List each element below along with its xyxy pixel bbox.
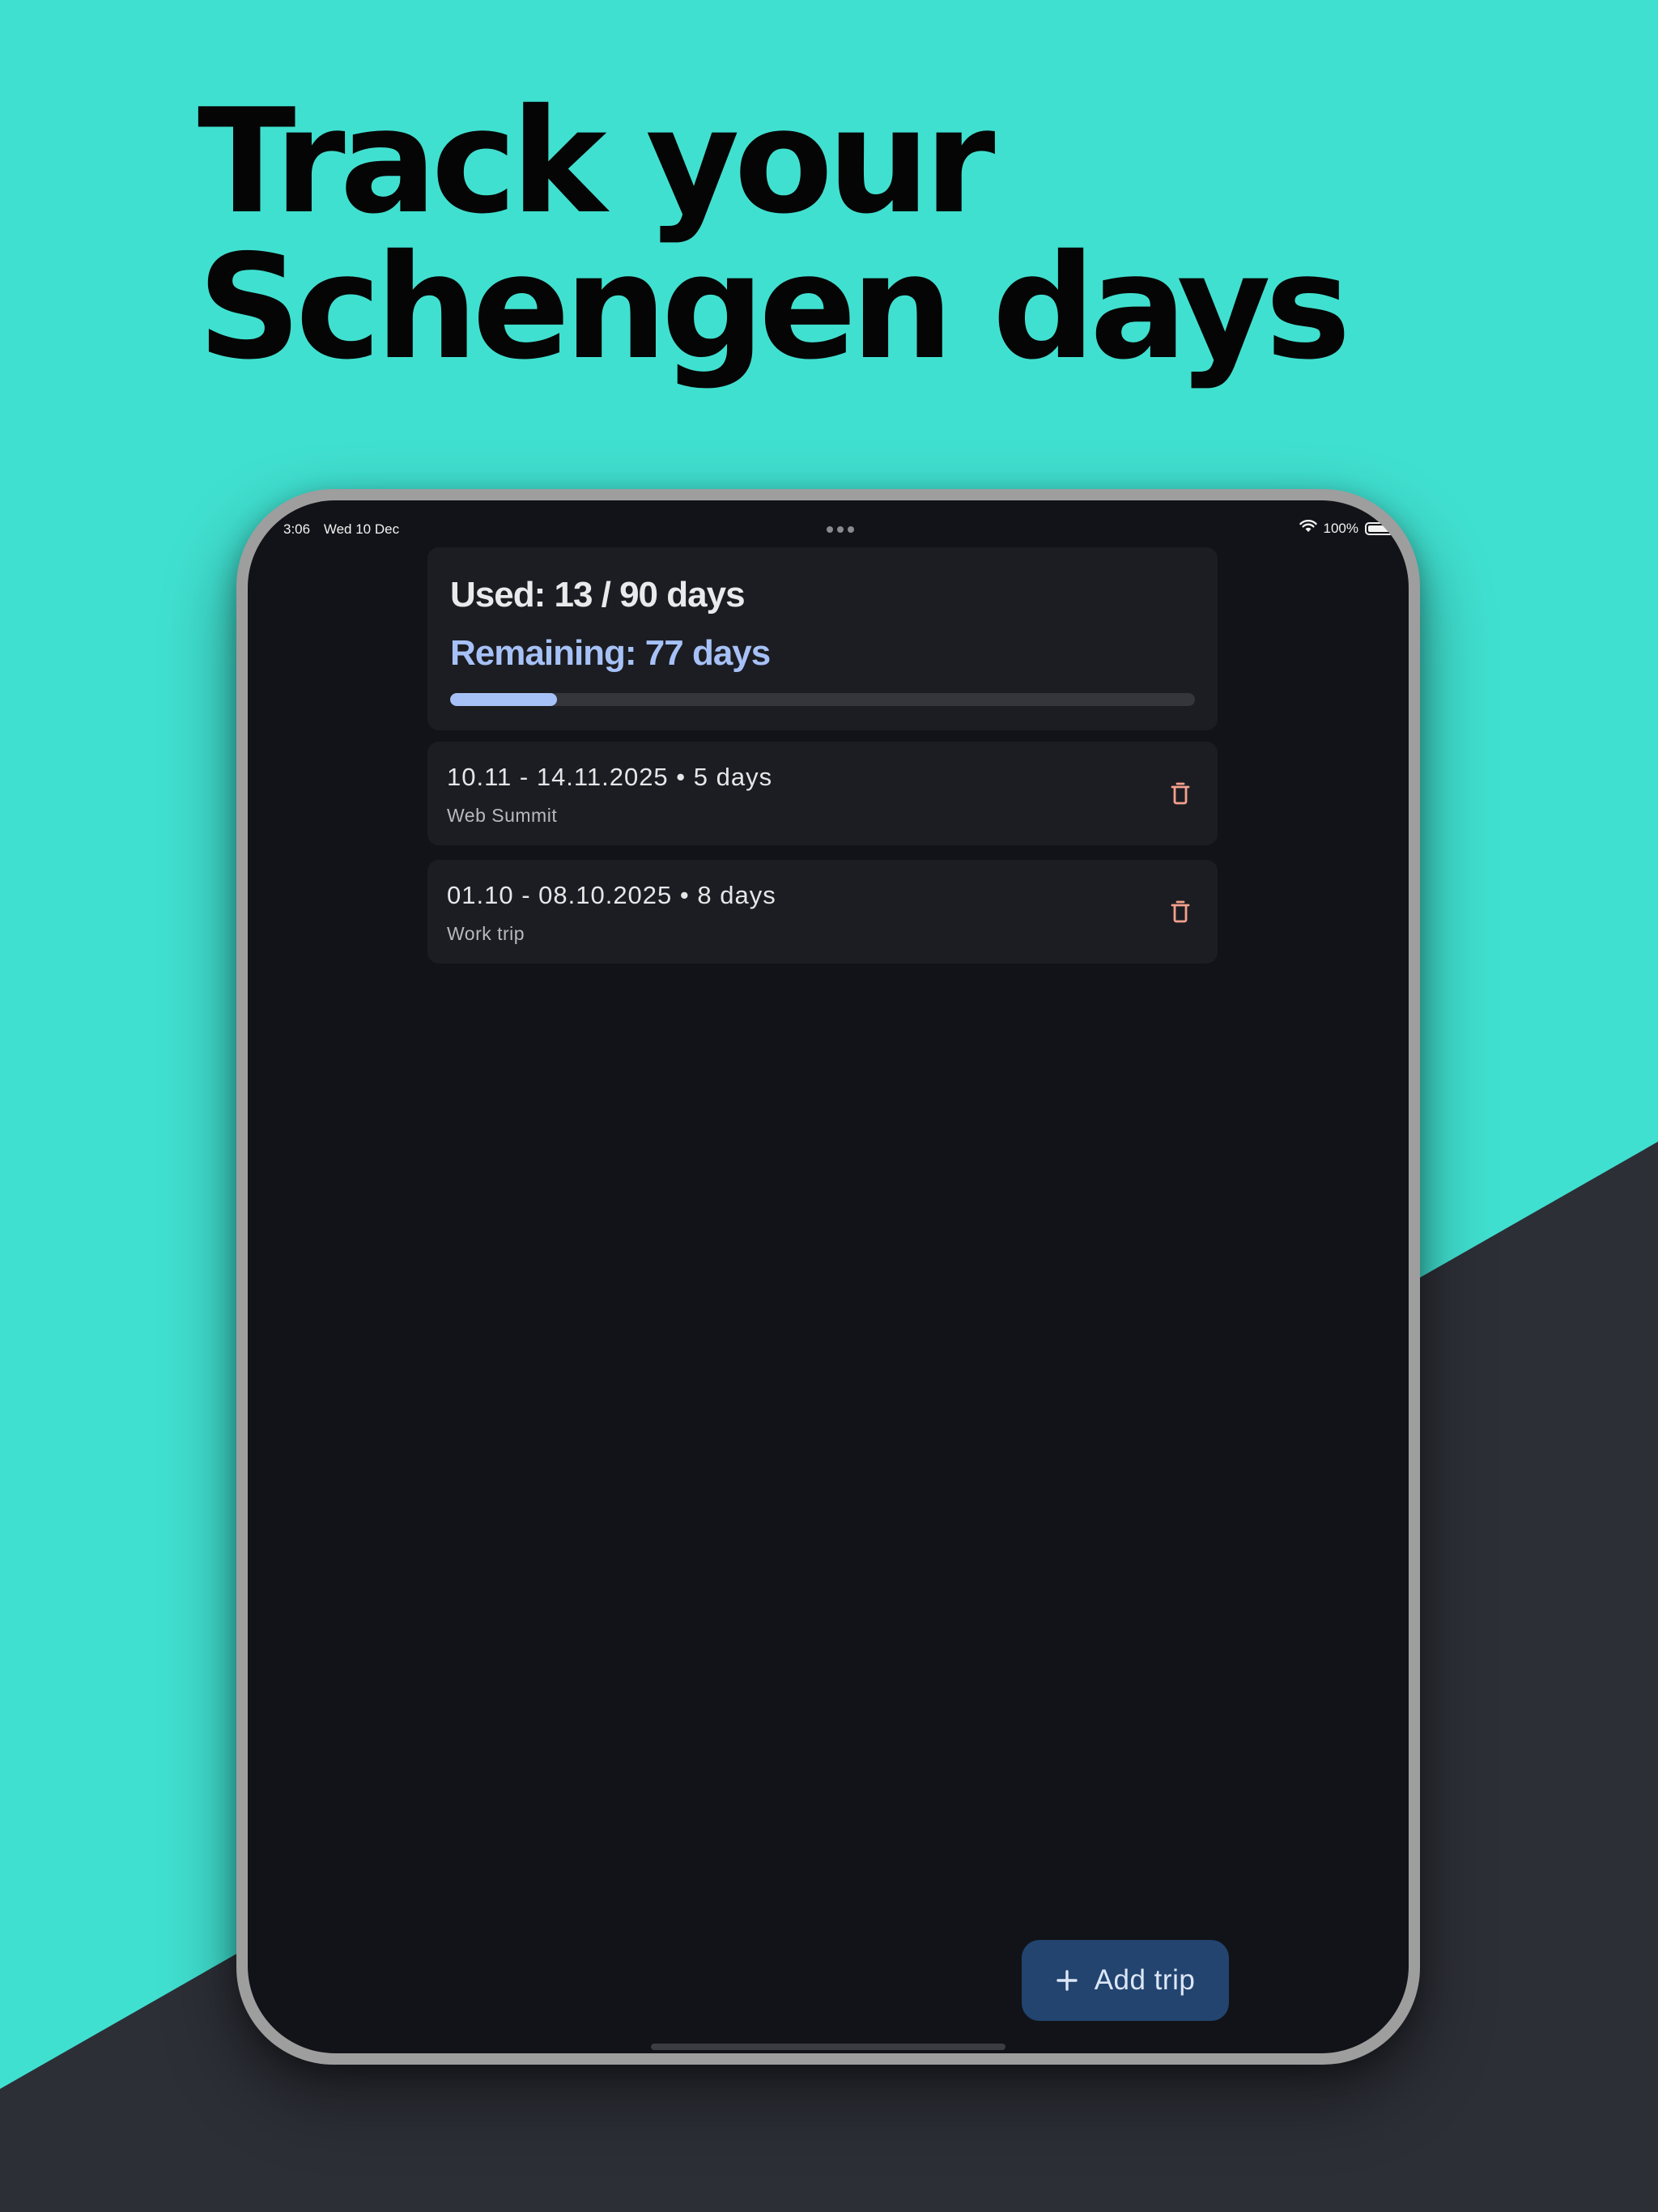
trip-dates: 10.11 - 14.11.2025 • 5 days bbox=[447, 763, 773, 791]
remaining-days-label: Remaining: 77 days bbox=[450, 633, 771, 673]
summary-card: Used: 13 / 90 days Remaining: 77 days bbox=[427, 547, 1218, 730]
wifi-icon bbox=[1299, 519, 1317, 537]
headline-line-1: Track your bbox=[198, 78, 995, 245]
delete-trip-button[interactable] bbox=[1161, 892, 1200, 931]
usage-progress-fill bbox=[450, 693, 558, 706]
headline-line-2: Schengen days bbox=[198, 223, 1351, 391]
add-trip-label: Add trip bbox=[1094, 1964, 1196, 1996]
status-date: Wed 10 Dec bbox=[323, 521, 400, 537]
trip-card[interactable]: 10.11 - 14.11.2025 • 5 days Web Summit bbox=[427, 742, 1218, 845]
trip-card[interactable]: 01.10 - 08.10.2025 • 8 days Work trip bbox=[427, 860, 1218, 963]
tablet-frame: 3:06 Wed 10 Dec 100% Used: 13 / 90 days … bbox=[236, 489, 1420, 2065]
multitasking-dots-icon[interactable] bbox=[827, 526, 854, 533]
status-time: 3:06 bbox=[283, 521, 311, 537]
battery-percentage: 100% bbox=[1323, 520, 1358, 536]
battery-icon bbox=[1365, 521, 1394, 535]
trash-icon bbox=[1171, 782, 1190, 805]
add-trip-button[interactable]: Add trip bbox=[1022, 1940, 1229, 2021]
plus-icon bbox=[1056, 1970, 1078, 1991]
used-days-label: Used: 13 / 90 days bbox=[450, 575, 746, 615]
trip-dates: 01.10 - 08.10.2025 • 8 days bbox=[447, 881, 776, 909]
usage-progress-bar bbox=[450, 693, 1195, 706]
status-left: 3:06 Wed 10 Dec bbox=[283, 521, 399, 538]
trash-icon bbox=[1171, 900, 1190, 923]
status-right: 100% bbox=[1299, 519, 1394, 537]
status-bar: 3:06 Wed 10 Dec 100% bbox=[248, 517, 1409, 544]
trip-note: Work trip bbox=[447, 923, 525, 944]
trip-note: Web Summit bbox=[447, 805, 558, 826]
app-screen: 3:06 Wed 10 Dec 100% Used: 13 / 90 days … bbox=[248, 500, 1409, 2053]
home-indicator[interactable] bbox=[651, 2044, 1005, 2050]
delete-trip-button[interactable] bbox=[1161, 774, 1200, 813]
headline: Track your Schengen days bbox=[198, 78, 1351, 391]
